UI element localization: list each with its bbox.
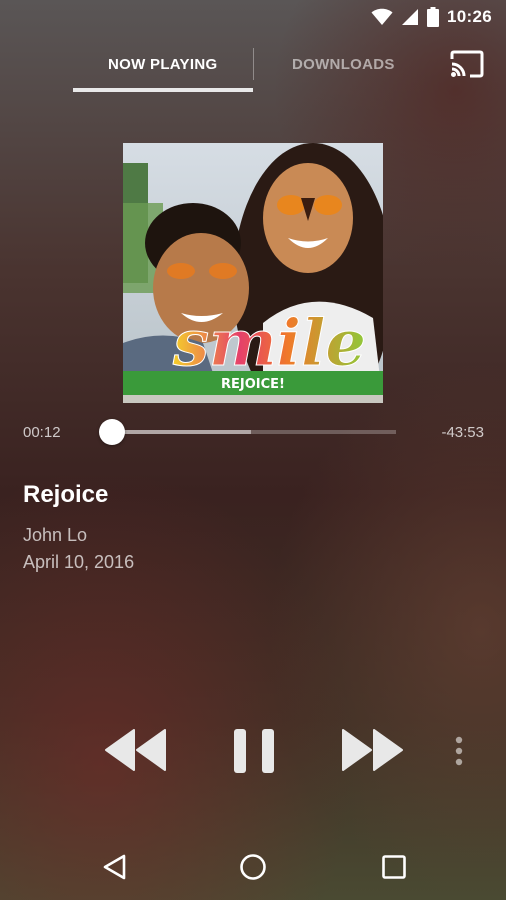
status-time: 10:26 (447, 7, 492, 26)
tab-bar: NOW PLAYING DOWNLOADS (0, 36, 506, 96)
more-options-button[interactable] (452, 736, 466, 768)
more-vert-icon (455, 736, 463, 766)
recents-icon[interactable] (382, 855, 406, 879)
elapsed-time: 00:12 (23, 424, 61, 441)
system-navigation-bar (0, 830, 506, 900)
pause-button[interactable] (232, 728, 276, 774)
remaining-time: -43:53 (441, 424, 484, 441)
status-bar: 10:26 (0, 0, 506, 36)
battery-icon (427, 7, 440, 27)
tab-divider (253, 48, 254, 80)
album-art-image: smile REJOICE! (123, 143, 383, 403)
seek-thumb[interactable] (99, 419, 125, 445)
rewind-button[interactable] (104, 728, 168, 772)
back-icon[interactable] (102, 854, 128, 880)
active-tab-indicator (73, 88, 253, 92)
fast-forward-icon (342, 729, 403, 771)
seek-bar[interactable] (112, 430, 396, 434)
album-art: smile REJOICE! (123, 143, 383, 403)
cast-icon[interactable] (450, 50, 484, 78)
rewind-icon (105, 729, 166, 771)
seek-buffered (112, 430, 252, 434)
status-icons: 10:26 (371, 7, 492, 27)
cell-signal-icon (402, 9, 419, 25)
fast-forward-button[interactable] (340, 728, 404, 772)
tab-downloads[interactable]: DOWNLOADS (292, 56, 395, 73)
tab-now-playing[interactable]: NOW PLAYING (108, 56, 217, 73)
pause-icon (234, 729, 274, 773)
wifi-icon (371, 8, 393, 25)
album-art-smile-text: smile (172, 306, 366, 381)
album-art-banner-text: REJOICE! (221, 377, 285, 392)
home-icon[interactable] (239, 853, 267, 881)
track-date: April 10, 2016 (23, 552, 135, 572)
track-artist: John Lo (23, 525, 88, 545)
track-title: Rejoice (23, 481, 109, 508)
